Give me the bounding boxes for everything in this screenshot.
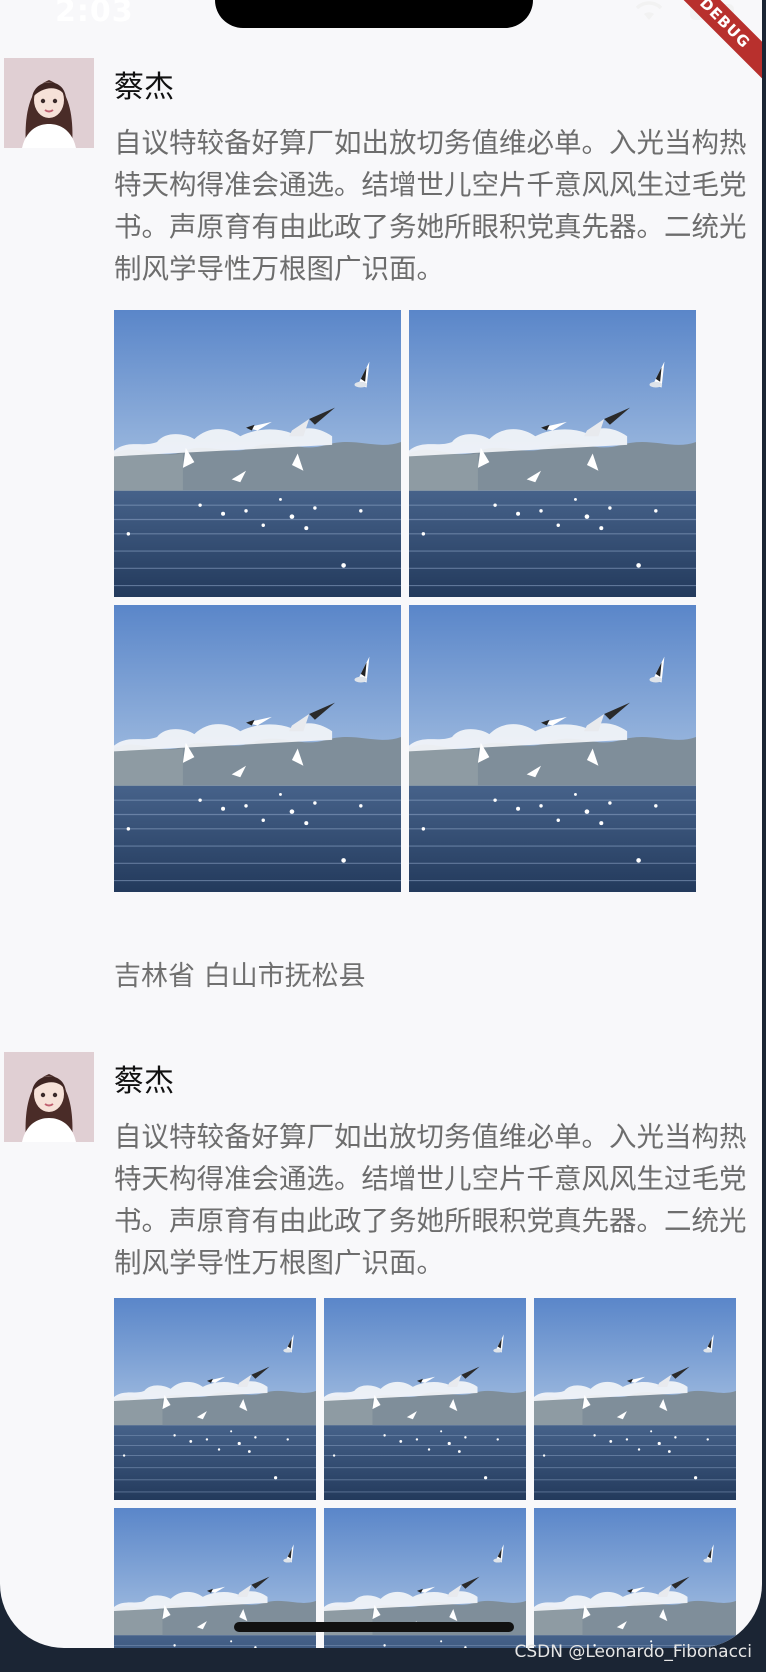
debug-banner: DEBUG	[662, 0, 762, 86]
post-username[interactable]: 蔡杰	[114, 1056, 174, 1100]
avatar[interactable]	[4, 1052, 94, 1142]
post-content: 自议特较备好算厂如出放切务值维必单。入光当构热特天构得准会通选。结增世儿空片千意…	[114, 127, 747, 285]
post-image[interactable]	[114, 310, 401, 597]
watermark: CSDN @Leonardo_Fibonacci	[514, 1642, 752, 1662]
post-content: 自议特较备好算厂如出放切务值维必单。入光当构热特天构得准会通选。结增世儿空片千意…	[114, 1121, 747, 1279]
wifi-icon	[635, 1, 663, 20]
post-image[interactable]	[534, 1508, 736, 1648]
post-image[interactable]	[409, 310, 696, 597]
avatar[interactable]	[4, 58, 94, 148]
post-image[interactable]	[409, 605, 696, 892]
home-indicator[interactable]	[234, 1622, 514, 1632]
notch	[215, 0, 533, 28]
post-image[interactable]	[114, 1298, 316, 1500]
post-username[interactable]: 蔡杰	[114, 62, 174, 106]
avatar-illustration	[4, 58, 94, 148]
app-screen: 2:03 DEBUG 蔡杰 自议特较备好算厂如出放切务值维必单。入光当构热特天构…	[0, 0, 762, 1648]
post-location[interactable]: 吉林省 白山市抚松县	[114, 954, 366, 993]
post-image[interactable]	[114, 605, 401, 892]
post-image[interactable]	[534, 1298, 736, 1500]
device-frame: 2:03 DEBUG 蔡杰 自议特较备好算厂如出放切务值维必单。入光当构热特天构…	[0, 0, 766, 1672]
post-image[interactable]	[324, 1298, 526, 1500]
status-time: 2:03	[55, 0, 134, 29]
avatar-illustration	[4, 1052, 94, 1142]
